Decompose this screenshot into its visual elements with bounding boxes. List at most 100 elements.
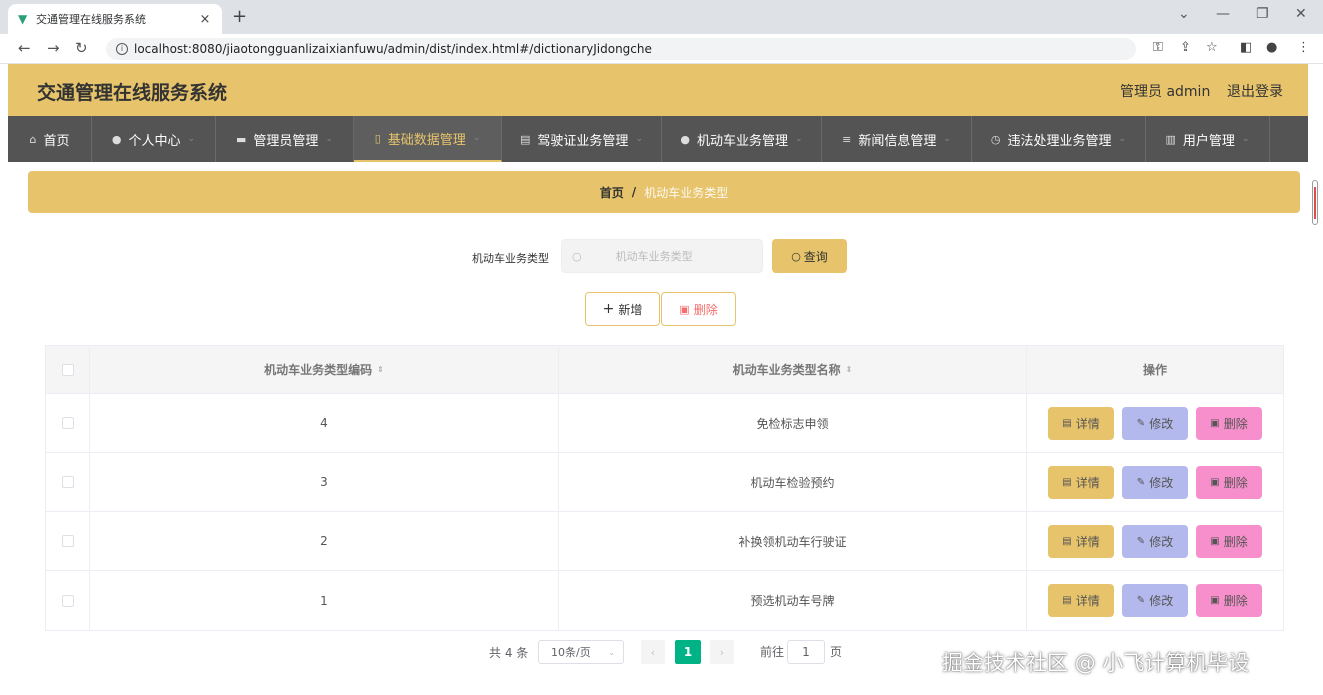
tab-search-icon[interactable]: ⌄ xyxy=(1178,6,1190,22)
edit-button[interactable]: ✎ 修改 xyxy=(1122,465,1188,499)
nav-item-personal-center[interactable]: ● 个人中心 ⌄ xyxy=(92,116,216,162)
forward-icon[interactable]: → xyxy=(47,39,60,57)
goto-page-input[interactable]: 1 xyxy=(787,640,825,664)
sidepanel-icon[interactable]: ◧ xyxy=(1240,40,1252,55)
scrollbar-thumb[interactable] xyxy=(1314,187,1316,219)
nav-item-vehicle-business[interactable]: ● 机动车业务管理 ⌄ xyxy=(662,116,822,162)
document-icon: ▤ xyxy=(1062,535,1072,547)
edit-button[interactable]: ✎ 修改 xyxy=(1122,406,1188,440)
breadcrumb-home[interactable]: 首页 xyxy=(600,184,624,201)
site-info-icon[interactable]: i xyxy=(116,43,128,55)
close-window-icon[interactable]: ✕ xyxy=(1295,6,1307,22)
query-button[interactable]: ○ 查询 xyxy=(772,239,847,273)
row-checkbox-cell xyxy=(46,453,90,511)
table-row: 1 预选机动车号牌 ▤ 详情 ✎ 修改 ▣ 删除 xyxy=(46,571,1283,630)
browser-tab[interactable]: ▼ 交通管理在线服务系统 × xyxy=(8,4,222,34)
new-tab-button[interactable]: + xyxy=(232,6,247,27)
nav-item-label: 驾驶证业务管理 xyxy=(537,133,629,149)
row-delete-button[interactable]: ▣ 删除 xyxy=(1196,524,1262,558)
row-checkbox[interactable] xyxy=(61,476,74,488)
browser-tabbar: ▼ 交通管理在线服务系统 × + ⌄ — ❐ ✕ xyxy=(0,0,1323,34)
edit-button[interactable]: ✎ 修改 xyxy=(1122,524,1188,558)
minimize-icon[interactable]: — xyxy=(1216,6,1230,22)
nav-item-admin-management[interactable]: ▬ 管理员管理 ⌄ xyxy=(216,116,354,162)
nav-item-license-business[interactable]: ▤ 驾驶证业务管理 ⌄ xyxy=(502,116,662,162)
watermark: 掘金技术社区 @ 小飞计算机毕设 xyxy=(942,651,1250,675)
pencil-icon: ✎ xyxy=(1136,595,1146,606)
header-checkbox-cell xyxy=(46,346,90,393)
key-icon[interactable]: ⚿ xyxy=(1153,40,1163,55)
column-header-label: 操作 xyxy=(1142,363,1167,377)
chevron-down-icon: ⌄ xyxy=(635,134,643,144)
column-header-code[interactable]: 机动车业务类型编码 ⇕ xyxy=(90,346,559,393)
row-delete-label: 删除 xyxy=(1223,534,1248,549)
profile-icon[interactable]: ● xyxy=(1266,40,1277,55)
row-delete-button[interactable]: ▣ 删除 xyxy=(1196,406,1262,440)
add-button[interactable]: + 新增 xyxy=(585,292,660,326)
edit-button[interactable]: ✎ 修改 xyxy=(1122,584,1188,617)
sort-icon[interactable]: ⇕ xyxy=(377,365,384,374)
data-table: 机动车业务类型编码 ⇕ 机动车业务类型名称 ⇕ 操作 4 免检标志申领 ▤ 详情 … xyxy=(45,345,1284,631)
cell-name: 补换领机动车行驶证 xyxy=(559,512,1027,570)
next-page-button[interactable]: › xyxy=(710,640,734,664)
detail-label: 详情 xyxy=(1075,416,1100,431)
sort-icon[interactable]: ⇕ xyxy=(846,365,853,374)
row-checkbox[interactable] xyxy=(61,594,74,607)
bookmark-star-icon[interactable]: ☆ xyxy=(1206,40,1218,55)
chart-icon: ▥ xyxy=(1165,132,1176,146)
share-icon[interactable]: ⇪ xyxy=(1180,40,1191,55)
reload-icon[interactable]: ↻ xyxy=(75,39,88,57)
home-icon: ⌂ xyxy=(29,132,37,146)
logout-link[interactable]: 退出登录 xyxy=(1227,81,1283,101)
main-nav: ⌂ 首页 ● 个人中心 ⌄ ▬ 管理员管理 ⌄ ▯ 基础数据管理 ⌄ ▤ 驾驶证… xyxy=(8,116,1308,162)
edit-label: 修改 xyxy=(1149,534,1174,549)
detail-label: 详情 xyxy=(1075,534,1100,549)
plus-icon: + xyxy=(602,301,615,317)
detail-label: 详情 xyxy=(1075,475,1100,490)
trash-icon: ▣ xyxy=(1210,476,1220,488)
bulk-delete-button[interactable]: ▣ 删除 xyxy=(661,292,736,326)
row-delete-button[interactable]: ▣ 删除 xyxy=(1196,584,1262,617)
cell-ops: ▤ 详情 ✎ 修改 ▣ 删除 xyxy=(1027,512,1283,570)
row-checkbox[interactable] xyxy=(61,417,74,429)
page-size-select[interactable]: 10条/页 ⌄ xyxy=(538,640,624,664)
nav-item-basic-data-management[interactable]: ▯ 基础数据管理 ⌄ xyxy=(354,116,502,162)
detail-button[interactable]: ▤ 详情 xyxy=(1048,406,1114,440)
app-title: 交通管理在线服务系统 xyxy=(37,82,228,104)
nav-item-label: 个人中心 xyxy=(128,133,181,149)
edit-label: 修改 xyxy=(1149,594,1174,608)
restore-icon[interactable]: ❐ xyxy=(1256,6,1269,22)
cell-code: 3 xyxy=(90,453,559,511)
row-checkbox[interactable] xyxy=(61,535,74,547)
row-delete-button[interactable]: ▣ 删除 xyxy=(1196,465,1262,499)
edit-label: 修改 xyxy=(1149,475,1174,490)
nav-item-news-management[interactable]: ≡ 新闻信息管理 ⌄ xyxy=(822,116,972,162)
detail-button[interactable]: ▤ 详情 xyxy=(1048,584,1114,617)
nav-item-label: 基础数据管理 xyxy=(387,132,466,148)
cell-ops: ▤ 详情 ✎ 修改 ▣ 删除 xyxy=(1027,453,1283,511)
url-field[interactable]: i localhost:8080/jiaotongguanlizaixianfu… xyxy=(106,38,1136,60)
breadcrumb-separator: / xyxy=(631,185,637,199)
page-scrollbar[interactable] xyxy=(1312,180,1318,225)
nav-item-label: 新闻信息管理 xyxy=(858,133,937,149)
nav-item-user-management[interactable]: ▥ 用户管理 ⌄ xyxy=(1146,116,1270,162)
select-all-checkbox[interactable] xyxy=(61,363,74,376)
url-text: localhost:8080/jiaotongguanlizaixianfuwu… xyxy=(134,42,652,56)
clock-icon: ◷ xyxy=(990,132,1001,146)
menu-kebab-icon[interactable]: ⋮ xyxy=(1297,40,1310,55)
trash-icon: ▣ xyxy=(1210,535,1220,547)
detail-button[interactable]: ▤ 详情 xyxy=(1048,524,1114,558)
nav-item-violation-business[interactable]: ◷ 违法处理业务管理 ⌄ xyxy=(972,116,1146,162)
search-input[interactable]: ○ 机动车业务类型 xyxy=(561,239,763,273)
column-header-name[interactable]: 机动车业务类型名称 ⇕ xyxy=(559,346,1027,393)
nav-item-home[interactable]: ⌂ 首页 xyxy=(8,116,92,162)
search-icon: ○ xyxy=(572,249,582,263)
prev-page-button[interactable]: ‹ xyxy=(641,640,665,664)
tab-close-icon[interactable]: × xyxy=(198,12,212,27)
detail-button[interactable]: ▤ 详情 xyxy=(1048,465,1114,499)
back-icon[interactable]: ← xyxy=(18,39,31,57)
page-number-current[interactable]: 1 xyxy=(675,640,701,664)
cell-ops: ▤ 详情 ✎ 修改 ▣ 删除 xyxy=(1027,571,1283,630)
table-row: 3 机动车检验预约 ▤ 详情 ✎ 修改 ▣ 删除 xyxy=(46,453,1283,512)
query-button-label: 查询 xyxy=(803,249,828,264)
